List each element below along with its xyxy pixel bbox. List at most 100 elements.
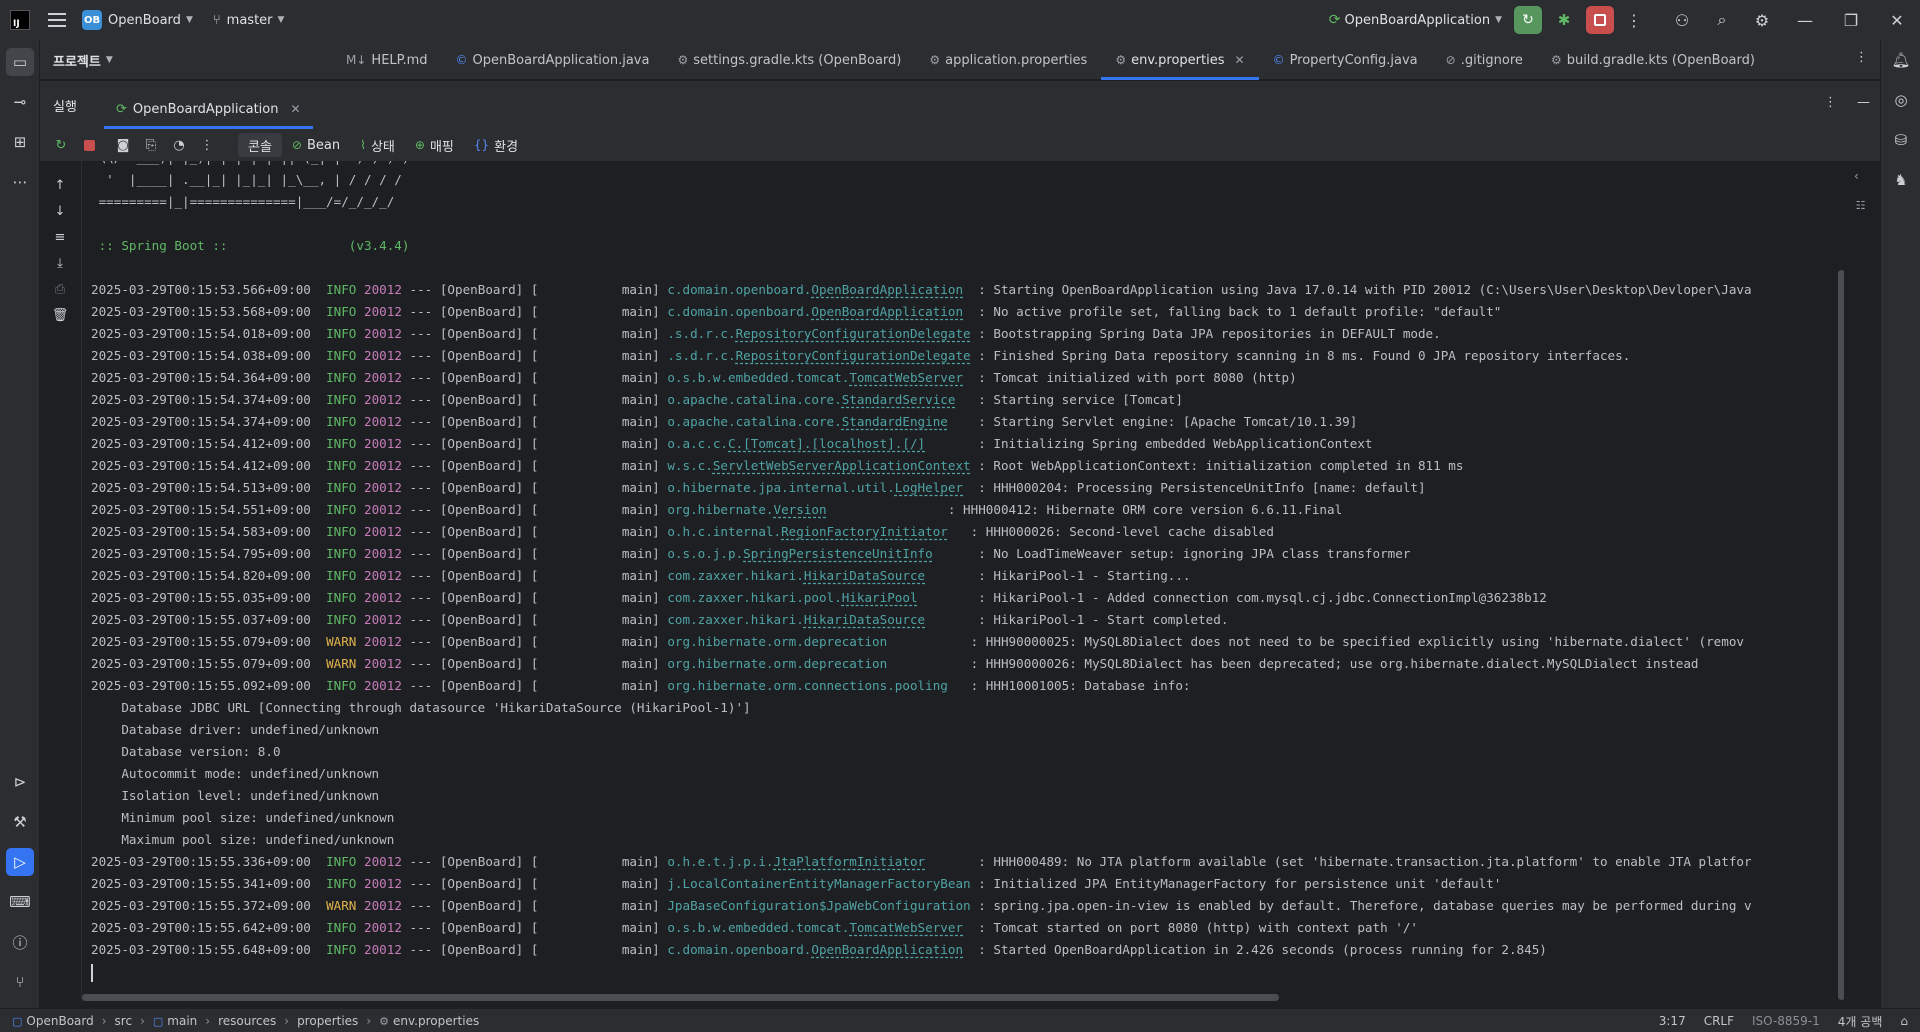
project-panel-title[interactable]: 프로젝트 ▼ — [53, 40, 113, 80]
breadcrumb-item[interactable]: resources — [218, 1014, 276, 1028]
build-hammer-icon[interactable]: ⚒ — [6, 808, 34, 836]
rerun-button[interactable]: ↻ — [1514, 6, 1542, 34]
restore-icon[interactable]: ❐ — [1828, 0, 1874, 40]
editor-tab[interactable]: M↓ HELP.md — [332, 40, 442, 80]
editor-tab[interactable]: © PropertyConfig.java — [1259, 40, 1432, 80]
commit-icon[interactable]: ⊸ — [6, 88, 34, 116]
log-line: 2025-03-29T00:15:55.372+09:00 WARN 20012… — [91, 898, 1752, 913]
soft-wrap-icon[interactable]: ≡ — [50, 227, 70, 247]
line-separator[interactable]: CRLF — [1704, 1014, 1734, 1028]
chevron-down-icon[interactable]: ▼ — [186, 15, 193, 25]
more-tools-icon[interactable]: ⋯ — [6, 168, 34, 196]
breadcrumb-item[interactable]: ▢ main — [153, 1014, 197, 1028]
editor-tab[interactable]: © OpenBoardApplication.java — [442, 40, 664, 80]
close-icon[interactable]: ✕ — [1235, 53, 1245, 67]
services-icon[interactable]: ⊳ — [6, 768, 34, 796]
text-caret — [91, 963, 93, 982]
terminal-icon[interactable]: ⌨ — [6, 888, 34, 916]
editor-tab[interactable]: ⚙ env.properties ✕ — [1101, 40, 1259, 80]
options-icon[interactable]: ⋮ — [1824, 95, 1837, 110]
ai-assistant-icon[interactable]: ◎ — [1887, 86, 1915, 114]
editor-tab-label: application.properties — [945, 52, 1088, 68]
gradle-elephant-icon[interactable]: ♞ — [1887, 166, 1915, 194]
run-icon[interactable]: ▷ — [6, 848, 34, 876]
search-icon[interactable]: ⌕ — [1702, 0, 1742, 40]
indent-setting[interactable]: 4개 공백 — [1838, 1013, 1883, 1030]
log-pad — [887, 634, 970, 649]
log-message: : HikariPool-1 - Added connection com.my… — [978, 590, 1547, 605]
tab-1[interactable]: ⊘ Bean — [282, 129, 350, 161]
problems-icon[interactable]: ⓘ — [6, 928, 34, 956]
editor-tab[interactable]: ⚙ settings.gradle.kts (OpenBoard) — [663, 40, 915, 80]
structure-side-icon[interactable]: ☷ — [1854, 199, 1867, 212]
log-timestamp: 2025-03-29T00:15:55.372+09:00 — [91, 898, 311, 913]
console-input-line[interactable] — [91, 961, 1752, 983]
database-icon[interactable]: ⛁ — [1887, 126, 1915, 154]
minimize-icon[interactable]: — — [1782, 0, 1828, 40]
log-timestamp: 2025-03-29T00:15:53.566+09:00 — [91, 282, 311, 297]
breadcrumb-item[interactable]: ⚙ env.properties — [379, 1014, 479, 1028]
structure-icon[interactable]: ⊞ — [6, 128, 34, 156]
dump-threads-icon[interactable]: ⎘ — [140, 134, 162, 156]
tab-2[interactable]: ⌇ 상태 — [350, 129, 405, 161]
rerun-icon[interactable]: ↻ — [50, 134, 72, 156]
debug-icon[interactable]: ✱ — [1550, 6, 1578, 34]
log-pad — [948, 414, 978, 429]
run-config-selector[interactable]: OpenBoardApplication — [1345, 13, 1491, 28]
profiler-icon[interactable]: ◔ — [168, 134, 190, 156]
git-branch-icon[interactable]: ⑂ — [213, 13, 221, 28]
file-encoding[interactable]: ISO-8859-1 — [1752, 1014, 1820, 1028]
intellij-logo-icon[interactable]: IJ — [10, 10, 30, 30]
breadcrumb-item[interactable]: properties — [297, 1014, 358, 1028]
stop-icon[interactable] — [78, 134, 100, 156]
console-output[interactable]: \\/ ___)| |_)| | | | | || (_| | ) ) ) ) … — [82, 161, 1842, 998]
editor-tab[interactable]: ⚙ build.gradle.kts (OpenBoard) — [1537, 40, 1769, 80]
chevron-down-icon[interactable]: ▼ — [1495, 15, 1502, 25]
notifications-bell-icon[interactable]: 🔔︎ — [1887, 46, 1915, 74]
project-badge[interactable]: OB — [82, 10, 102, 30]
trash-icon[interactable]: 🗑︎ — [50, 305, 70, 325]
breadcrumb-item[interactable]: ▢ OpenBoard — [12, 1014, 94, 1028]
chevron-left-icon[interactable]: ‹ — [1854, 169, 1859, 183]
camera-snapshot-icon[interactable]: ◙ — [112, 134, 134, 156]
hide-panel-icon[interactable]: — — [1857, 95, 1870, 110]
log-logger-class: StandardService — [841, 392, 956, 407]
tab-4[interactable]: {} 환경 — [464, 129, 528, 161]
editor-tab[interactable]: ⚙ application.properties — [915, 40, 1101, 80]
more-actions-icon[interactable]: ⋮ — [196, 134, 218, 156]
more-actions-icon[interactable]: ⋮ — [1614, 0, 1654, 40]
branch-name[interactable]: master — [227, 13, 273, 28]
log-level: INFO — [326, 568, 357, 583]
horizontal-scrollbar[interactable] — [82, 994, 1842, 1002]
chevron-down-icon[interactable]: ▼ — [278, 15, 285, 25]
tab-0[interactable]: 콘솔 — [238, 133, 282, 157]
log-pad — [827, 502, 948, 517]
project-name[interactable]: OpenBoard — [108, 13, 181, 28]
close-icon[interactable]: ✕ — [1874, 0, 1920, 40]
main-menu-icon[interactable] — [48, 13, 66, 27]
settings-gear-icon[interactable]: ⚙ — [1742, 0, 1782, 40]
log-pid: 20012 — [364, 920, 402, 935]
tab-3[interactable]: ⊕ 매핑 — [405, 129, 464, 161]
arrow-down-icon[interactable]: ↓ — [50, 201, 70, 221]
subtab-icon: ⌇ — [360, 138, 366, 152]
lock-icon[interactable]: ⌂ — [1900, 1014, 1908, 1028]
log-timestamp: 2025-03-29T00:15:54.583+09:00 — [91, 524, 311, 539]
caret-position[interactable]: 3:17 — [1659, 1014, 1686, 1028]
print-icon[interactable]: ⎙ — [50, 279, 70, 299]
arrow-up-icon[interactable]: ↑ — [50, 175, 70, 195]
editor-tab-label: settings.gradle.kts (OpenBoard) — [693, 52, 902, 68]
project-folder-icon[interactable]: ▭ — [6, 48, 34, 76]
scroll-to-end-icon[interactable]: ⤓ — [50, 253, 70, 273]
chevron-down-icon[interactable]: ▼ — [106, 55, 113, 65]
add-user-icon[interactable]: ⚇ — [1662, 0, 1702, 40]
git-icon[interactable]: ⑂ — [6, 968, 34, 996]
more-tabs-icon[interactable]: ⋮ — [1855, 50, 1868, 65]
tab-openboardapplication[interactable]: ⟳ OpenBoardApplication ✕ — [104, 89, 313, 129]
editor-tab[interactable]: ⊘ .gitignore — [1432, 40, 1537, 80]
close-icon[interactable]: ✕ — [290, 102, 300, 116]
stop-button[interactable] — [1586, 6, 1614, 34]
breadcrumb-item[interactable]: src — [115, 1014, 133, 1028]
log-line: 2025-03-29T00:15:54.412+09:00 INFO 20012… — [91, 436, 1373, 451]
log-logger-pkg: o.h.e.t.j.p.i. — [667, 854, 774, 869]
